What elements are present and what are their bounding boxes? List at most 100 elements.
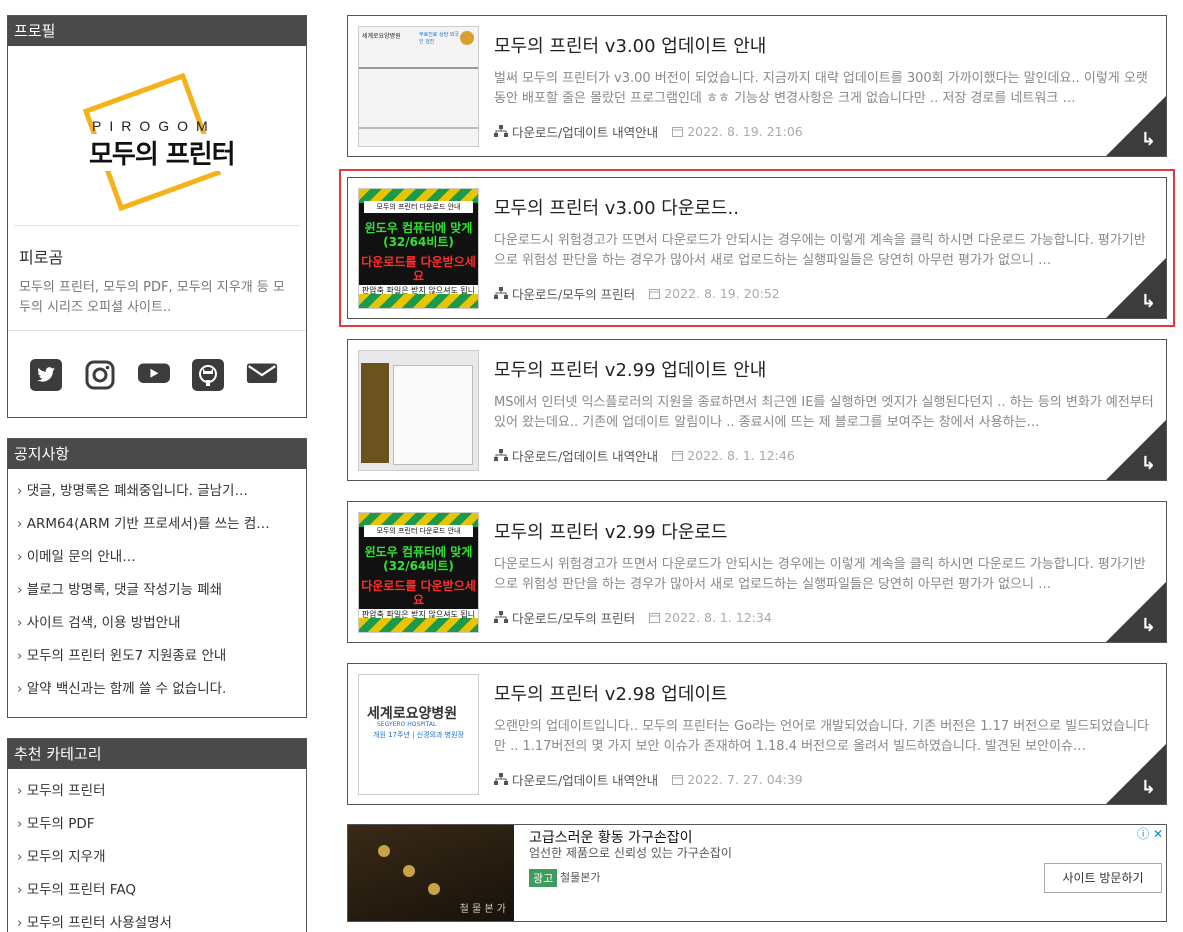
category-icon — [494, 773, 508, 785]
post-card[interactable]: 모두의 프린터 다운로드 안내 윈도우 컴퓨터에 맞게 (32/64비트) 다운… — [339, 169, 1175, 327]
thumb-green-text: 윈도우 컴퓨터에 맞게 (32/64비트) — [364, 221, 473, 249]
notice-widget: 공지사항 댓글, 방명록은 폐쇄중입니다. 글남기… ARM64(ARM 기반 … — [7, 438, 307, 718]
category-item[interactable]: 모두의 PDF — [8, 808, 306, 841]
notice-item[interactable]: 이메일 문의 안내… — [8, 541, 306, 574]
ad-description: 엄선한 제품으로 신뢰성 있는 가구손잡이 — [529, 846, 732, 860]
category-icon — [494, 287, 508, 299]
calendar-icon — [672, 451, 684, 461]
corner-decoration — [1106, 582, 1166, 642]
post-card[interactable]: 세계로요양병원 무료진료 상담 외국인 검진 모두의 프린터 v3.00 업데이… — [347, 15, 1167, 157]
calendar-icon — [672, 127, 684, 137]
thumb-green-text: 윈도우 컴퓨터에 맞게 (32/64비트) — [364, 545, 473, 573]
thumb-header-text: 세계로요양병원 — [362, 33, 401, 40]
category-list: 모두의 프린터 모두의 PDF 모두의 지우개 모두의 프린터 FAQ 모두의 … — [8, 769, 306, 932]
thumb-hospital-english: SEGYERO HOSPITAL — [377, 721, 437, 728]
twitter-icon[interactable] — [30, 359, 62, 391]
github-icon[interactable] — [192, 359, 224, 391]
category-item[interactable]: 모두의 프린터 FAQ — [8, 874, 306, 907]
visit-site-button[interactable]: 사이트 방문하기 — [1044, 863, 1162, 893]
ad-image-knob — [378, 845, 390, 857]
thumb-pane — [393, 365, 473, 465]
corner-decoration — [1106, 744, 1166, 804]
post-excerpt: 오랜만의 업데이트입니다.. 모두의 프린터는 Go라는 언어로 개발되었습니다… — [494, 719, 1149, 754]
notice-item[interactable]: 사이트 검색, 이용 방법안내 — [8, 607, 306, 640]
profile-widget-title: 프로필 — [8, 16, 306, 46]
logo-wordmark: PIROGOM — [92, 118, 216, 134]
post-meta: 다운로드/업데이트 내역안내 2022. 8. 1. 12:46 — [494, 446, 795, 465]
ad-info-close-icon[interactable]: ⓘ ✕ — [1137, 825, 1163, 842]
post-thumbnail[interactable] — [358, 350, 479, 471]
enter-arrow-icon[interactable]: ↳ — [1141, 129, 1156, 150]
thumb-stripe — [359, 294, 478, 308]
post-date: 2022. 8. 19. 21:06 — [687, 124, 803, 139]
post-thumbnail[interactable]: 모두의 프린터 다운로드 안내 윈도우 컴퓨터에 맞게 (32/64비트) 다운… — [358, 188, 479, 309]
post-date: 2022. 8. 1. 12:46 — [687, 448, 795, 463]
ad-image[interactable]: 철 물 본 가 — [348, 825, 514, 921]
enter-arrow-icon[interactable]: ↳ — [1141, 291, 1156, 312]
thumb-sidebar — [361, 363, 389, 463]
post-excerpt: 벌써 모두의 프린터가 v3.00 버전이 되었습니다. 지금까지 대략 업데이… — [494, 71, 1148, 106]
ad-image-brand: 철 물 본 가 — [459, 904, 506, 915]
category-icon — [494, 611, 508, 623]
corner-decoration — [1106, 258, 1166, 318]
enter-arrow-icon[interactable]: ↳ — [1141, 453, 1156, 474]
ad-image-knob — [403, 865, 415, 877]
category-item[interactable]: 모두의 지우개 — [8, 841, 306, 874]
notice-widget-title: 공지사항 — [8, 439, 306, 469]
thumb-stripe — [359, 618, 478, 632]
post-title[interactable]: 모두의 프린터 v2.99 다운로드 — [494, 518, 728, 544]
post-category[interactable]: 다운로드/업데이트 내역안내 — [512, 770, 658, 789]
post-title[interactable]: 모두의 프린터 v2.99 업데이트 안내 — [494, 356, 766, 382]
post-thumbnail[interactable]: 모두의 프린터 다운로드 안내 윈도우 컴퓨터에 맞게 (32/64비트) 다운… — [358, 512, 479, 633]
social-links — [8, 331, 306, 391]
category-widget: 추천 카테고리 모두의 프린터 모두의 PDF 모두의 지우개 모두의 프린터 … — [7, 738, 307, 932]
category-item[interactable]: 모두의 프린터 사용설명서 — [8, 907, 306, 932]
thumb-label: 모두의 프린터 다운로드 안내 — [364, 201, 473, 213]
post-card[interactable]: 세계로요양병원 SEGYERO HOSPITAL 개원 17주년 | 신경외과 … — [347, 663, 1167, 805]
profile-name: 피로곰 — [19, 248, 64, 267]
post-category[interactable]: 다운로드/업데이트 내역안내 — [512, 446, 658, 465]
post-thumbnail[interactable]: 세계로요양병원 SEGYERO HOSPITAL 개원 17주년 | 신경외과 … — [358, 674, 479, 795]
profile-widget: 프로필 PIROGOM 모두의 프린터 피로곰 모두의 프린터, 모두의 PDF… — [7, 15, 307, 418]
post-card[interactable]: 모두의 프린터 다운로드 안내 윈도우 컴퓨터에 맞게 (32/64비트) 다운… — [347, 501, 1167, 643]
post-meta: 다운로드/모두의 프린터 2022. 8. 1. 12:34 — [494, 608, 772, 627]
post-title[interactable]: 모두의 프린터 v2.98 업데이트 — [494, 680, 728, 706]
mail-icon[interactable] — [246, 359, 278, 391]
post-date: 2022. 7. 27. 04:39 — [687, 772, 803, 787]
calendar-icon — [649, 289, 661, 299]
enter-arrow-icon[interactable]: ↳ — [1141, 615, 1156, 636]
calendar-icon — [649, 613, 661, 623]
notice-item[interactable]: 댓글, 방명록은 폐쇄중입니다. 글남기… — [8, 475, 306, 508]
ad-source: 철물본가 — [560, 871, 601, 884]
post-card[interactable]: 모두의 프린터 v2.99 업데이트 안내 MS에서 인터넷 익스플로러의 지원… — [347, 339, 1167, 481]
youtube-icon[interactable] — [138, 359, 170, 391]
thumb-hospital-tagline: 개원 17주년 | 신경외과 병원장 — [373, 731, 465, 739]
thumb-divider — [359, 127, 478, 129]
post-thumbnail[interactable]: 세계로요양병원 무료진료 상담 외국인 검진 — [358, 26, 479, 147]
post-title[interactable]: 모두의 프린터 v3.00 업데이트 안내 — [494, 32, 766, 58]
category-item[interactable]: 모두의 프린터 — [8, 775, 306, 808]
thumb-label: 모두의 프린터 다운로드 안내 — [364, 525, 473, 537]
thumb-blue-text: 무료진료 상담 외국인 검진 — [419, 32, 459, 45]
post-category[interactable]: 다운로드/업데이트 내역안내 — [512, 122, 658, 141]
notice-item[interactable]: ARM64(ARM 기반 프로세서)를 쓰는 컴… — [8, 508, 306, 541]
thumb-logo — [460, 31, 474, 45]
category-icon — [494, 125, 508, 137]
post-category[interactable]: 다운로드/모두의 프린터 — [512, 608, 635, 627]
thumb-red-text: 다운로드를 다운받으세요 — [361, 579, 476, 607]
ad-banner[interactable]: 철 물 본 가 고급스러운 황동 가구손잡이 엄선한 제품으로 신뢰성 있는 가… — [347, 824, 1167, 922]
enter-arrow-icon[interactable]: ↳ — [1141, 777, 1156, 798]
logo-title: 모두의 프린터 — [87, 134, 237, 171]
post-title[interactable]: 모두의 프린터 v3.00 다운로드.. — [494, 194, 739, 220]
category-icon — [494, 449, 508, 461]
notice-item[interactable]: 모두의 프린터 윈도7 지원종료 안내 — [8, 640, 306, 673]
profile-description: 모두의 프린터, 모두의 PDF, 모두의 지우개 등 모두의 시리즈 오피셜 … — [8, 278, 306, 331]
notice-item[interactable]: 알약 백신과는 함께 쓸 수 없습니다. — [8, 673, 306, 706]
corner-decoration — [1106, 420, 1166, 480]
post-category[interactable]: 다운로드/모두의 프린터 — [512, 284, 635, 303]
instagram-icon[interactable] — [84, 359, 116, 391]
notice-item[interactable]: 블로그 방명록, 댓글 작성기능 폐쇄 — [8, 574, 306, 607]
post-date: 2022. 8. 1. 12:34 — [664, 610, 772, 625]
site-logo[interactable]: PIROGOM 모두의 프린터 — [14, 46, 300, 226]
corner-decoration — [1106, 96, 1166, 156]
